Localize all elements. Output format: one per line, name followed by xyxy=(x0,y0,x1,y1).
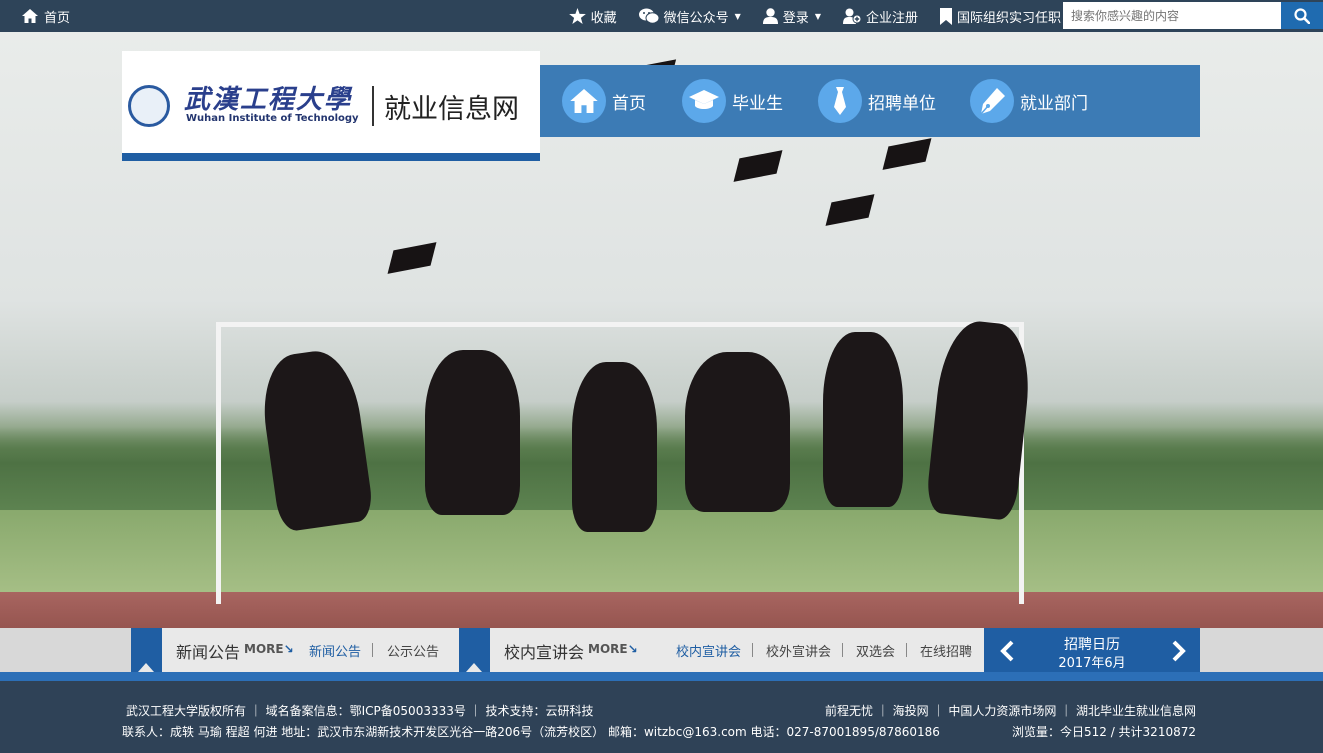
top-home-link[interactable]: 首页 xyxy=(22,0,70,32)
home-icon xyxy=(22,9,38,23)
footer-copyright: 武汉工程大学版权所有 ｜ 域名备案信息：鄂ICP备05003333号 ｜ 技术支… xyxy=(126,704,594,718)
favorite-label: 收藏 xyxy=(590,10,617,26)
blue-divider-strip xyxy=(0,672,1323,681)
news-tab-news[interactable]: 新闻公告 xyxy=(309,641,361,660)
search-icon xyxy=(1294,7,1310,24)
nav-home-label: 首页 xyxy=(612,93,646,114)
graduation-cap-icon xyxy=(689,90,719,109)
nav-employers-label: 招聘单位 xyxy=(868,93,936,114)
wechat-dropdown[interactable]: 微信公众号 ▼ xyxy=(638,7,741,26)
logo-divider xyxy=(372,86,374,126)
talks-tab-oncampus[interactable]: 校内宣讲会 xyxy=(676,641,741,660)
info-band: 新闻公告 MORE↘ 新闻公告 公示公告 校内宣讲会 MORE↘ 校内宣讲会 校… xyxy=(0,628,1323,672)
graduation-cap-flying xyxy=(882,138,932,170)
graduate-figure xyxy=(425,350,520,515)
footer-link[interactable]: 湖北毕业生就业信息网 xyxy=(1076,704,1196,718)
intl-internship-label: 国际组织实习任职 xyxy=(956,10,1061,26)
top-links: 收藏 微信公众号 ▼ 登录 ▼ 企业注册 国际组织实习任职 xyxy=(568,0,1061,32)
top-bar: 首页 收藏 微信公众号 ▼ 登录 ▼ 企业注册 国际组织实习任职 xyxy=(0,0,1323,32)
footer-link[interactable]: 海投网 xyxy=(893,704,929,718)
nav-graduates-circle xyxy=(682,79,726,123)
university-emblem-icon xyxy=(128,85,170,127)
divider: ｜ xyxy=(1060,704,1076,718)
graduate-figure xyxy=(823,332,903,507)
talks-more-link[interactable]: MORE↘ xyxy=(588,642,638,656)
nav-employers-circle xyxy=(818,79,862,123)
wechat-icon xyxy=(638,8,659,24)
news-more-link[interactable]: MORE↘ xyxy=(244,642,294,656)
graduation-cap-flying xyxy=(825,194,875,226)
nav-home[interactable]: 首页 xyxy=(562,79,646,123)
bookmark-icon xyxy=(939,7,952,25)
main-nav: 首页 毕业生 招聘单位 就业部门 xyxy=(540,65,1200,137)
top-home-label: 首页 xyxy=(44,10,71,26)
info-band-inner: 新闻公告 MORE↘ 新闻公告 公示公告 校内宣讲会 MORE↘ 校内宣讲会 校… xyxy=(131,628,984,672)
calendar-date: 2017年6月 xyxy=(1058,656,1126,671)
tie-icon xyxy=(834,87,846,115)
talks-tab-offcampus[interactable]: 校外宣讲会 xyxy=(766,641,831,660)
news-more-label: MORE xyxy=(244,642,284,656)
nav-departments-label: 就业部门 xyxy=(1020,93,1088,114)
arrow-down-right-icon: ↘ xyxy=(283,642,294,656)
wechat-label: 微信公众号 xyxy=(663,10,729,26)
graduate-figure xyxy=(572,362,657,532)
nav-graduates-label: 毕业生 xyxy=(732,93,783,114)
graduate-figure xyxy=(685,352,790,512)
company-register-link[interactable]: 企业注册 xyxy=(842,7,918,26)
recruit-calendar: 招聘日历 2017年6月 xyxy=(984,628,1200,672)
star-icon xyxy=(568,8,586,24)
nav-departments[interactable]: 就业部门 xyxy=(970,79,1088,123)
nav-home-circle xyxy=(562,79,606,123)
talks-more-label: MORE xyxy=(588,642,628,656)
calendar-title: 招聘日历 xyxy=(1064,637,1120,653)
logo-site-name: 就业信息网 xyxy=(384,94,519,125)
company-register-label: 企业注册 xyxy=(865,10,918,26)
talks-tag-marker xyxy=(459,628,490,672)
footer-links: 前程无忧 ｜ 海投网 ｜ 中国人力资源市场网 ｜ 湖北毕业生就业信息网 xyxy=(825,702,1196,719)
talks-tab-jobfair[interactable]: 双选会 xyxy=(856,641,895,660)
divider xyxy=(372,643,373,657)
chevron-right-icon xyxy=(1172,640,1186,662)
logo-cn-name: 武漢工程大學 xyxy=(184,85,353,115)
arrow-down-right-icon: ↘ xyxy=(627,642,638,656)
pen-icon xyxy=(980,88,1005,114)
graduation-cap-flying xyxy=(733,150,783,182)
divider xyxy=(906,643,907,657)
divider: ｜ xyxy=(876,704,893,718)
nav-employers[interactable]: 招聘单位 xyxy=(818,79,936,123)
login-dropdown[interactable]: 登录 ▼ xyxy=(762,7,821,26)
footer-link[interactable]: 前程无忧 xyxy=(825,704,873,718)
footer-link[interactable]: 中国人力资源市场网 xyxy=(948,704,1056,718)
search-box xyxy=(1063,2,1323,29)
logo-en-name: Wuhan Institute of Technology xyxy=(186,113,359,124)
chevron-down-icon: ▼ xyxy=(734,11,741,21)
graduation-cap-flying xyxy=(387,242,437,274)
divider: ｜ xyxy=(932,704,949,718)
login-label: 登录 xyxy=(782,10,809,26)
footer-visits: 浏览量：今日512 / 共计3210872 xyxy=(1011,725,1196,739)
logo-underline xyxy=(122,153,540,161)
talks-tab-online[interactable]: 在线招聘 xyxy=(920,641,972,660)
chevron-down-icon: ▼ xyxy=(814,11,821,21)
news-tag-marker xyxy=(131,628,162,672)
footer-contact: 联系人：成轶 马瑜 程超 何进 地址：武汉市东湖新技术开发区光谷一路206号（流… xyxy=(122,725,940,739)
favorite-link[interactable]: 收藏 xyxy=(568,7,617,26)
footer: 武汉工程大学版权所有 ｜ 域名备案信息：鄂ICP备05003333号 ｜ 技术支… xyxy=(0,681,1323,753)
search-input[interactable] xyxy=(1063,2,1281,29)
divider xyxy=(752,643,753,657)
divider xyxy=(842,643,843,657)
talks-title: 校内宣讲会 xyxy=(504,643,585,662)
intl-internship-link[interactable]: 国际组织实习任职 xyxy=(939,7,1061,26)
nav-departments-circle xyxy=(970,79,1014,123)
hero-banner: 武漢工程大學 Wuhan Institute of Technology 就业信… xyxy=(0,32,1323,628)
news-tab-notice[interactable]: 公示公告 xyxy=(387,641,439,660)
news-title: 新闻公告 xyxy=(176,643,241,662)
site-logo[interactable]: 武漢工程大學 Wuhan Institute of Technology 就业信… xyxy=(122,51,540,161)
home-icon xyxy=(570,89,598,113)
calendar-next-button[interactable] xyxy=(1172,640,1186,666)
search-button[interactable] xyxy=(1281,2,1323,29)
nav-graduates[interactable]: 毕业生 xyxy=(682,79,783,123)
user-add-icon xyxy=(842,8,861,24)
user-icon xyxy=(762,8,778,24)
